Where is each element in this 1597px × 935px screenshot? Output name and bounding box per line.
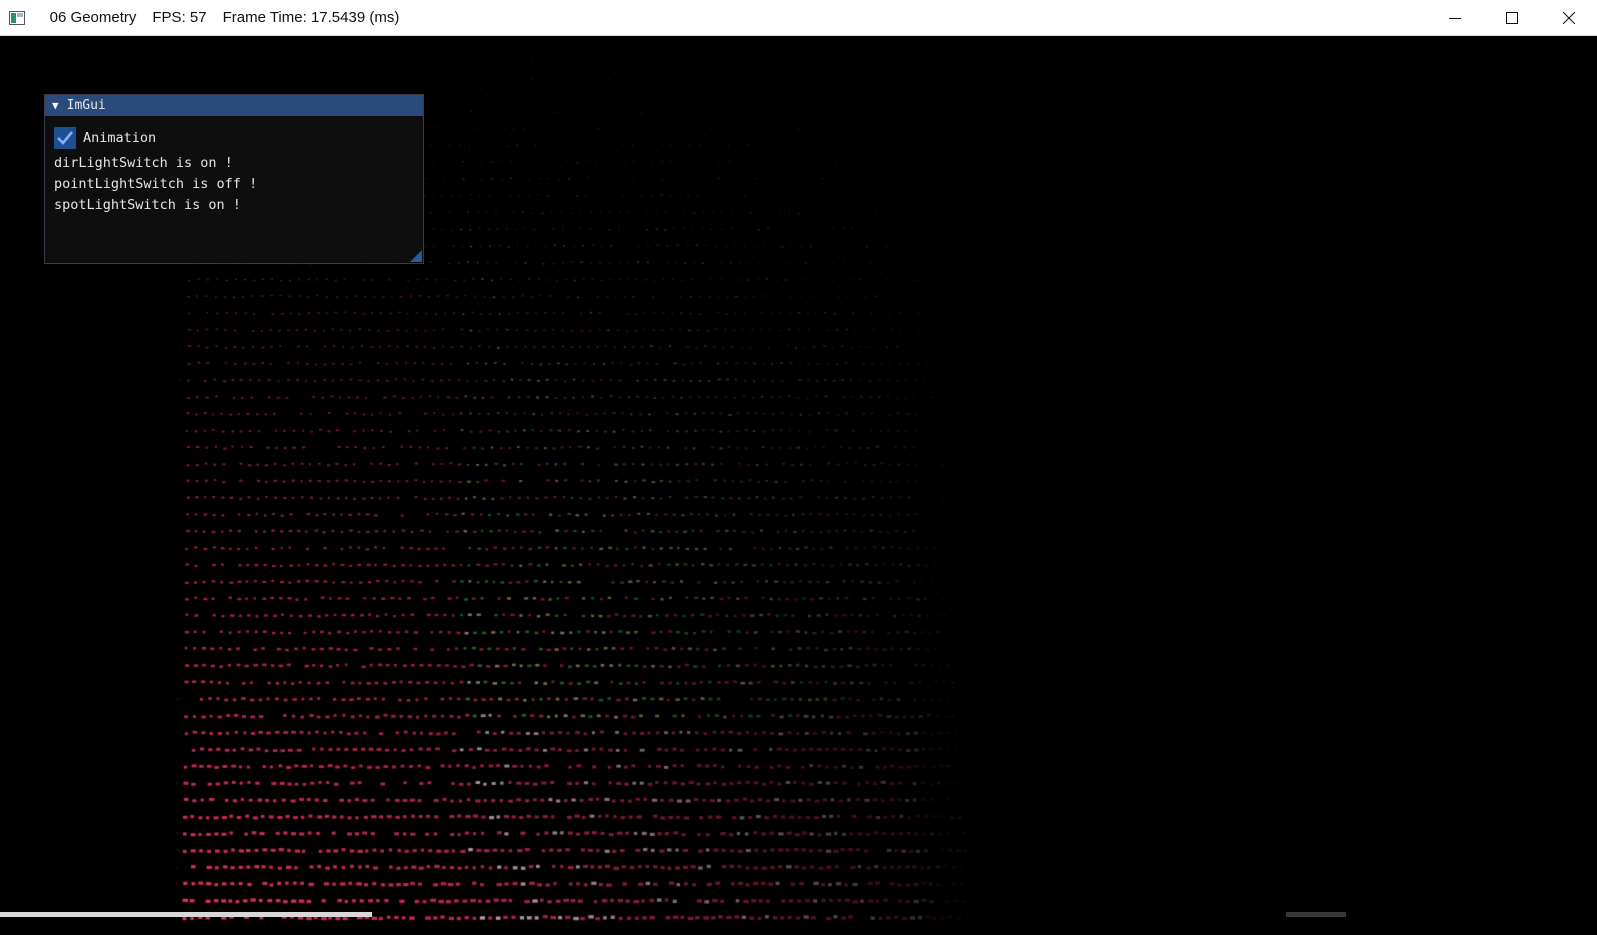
resize-grip[interactable] [410, 250, 422, 262]
point-light-status: pointLightSwitch is off ! [54, 176, 258, 192]
close-button[interactable] [1540, 0, 1597, 36]
app-title: 06 Geometry [49, 9, 137, 26]
fps-readout: FPS: 57 [152, 9, 207, 26]
imgui-title: ImGui [66, 98, 106, 113]
window-controls [1426, 0, 1597, 36]
bottom-strip-right [1286, 912, 1346, 917]
frame-time-readout: Frame Time: 17.5439 (ms) [222, 9, 400, 26]
minimize-icon [1448, 18, 1461, 19]
imgui-title-bar[interactable]: ▼ ImGui [45, 95, 423, 116]
dir-light-status: dirLightSwitch is on ! [54, 155, 233, 171]
spot-light-status: spotLightSwitch is on ! [54, 197, 241, 213]
maximize-icon [1505, 12, 1518, 24]
animation-label: Animation [83, 130, 157, 146]
close-icon [1562, 12, 1575, 24]
imgui-body: Animation dirLightSwitch is on ! pointLi… [45, 116, 423, 216]
window-title-bar: 06 Geometry FPS: 57 Frame Time: 17.5439 (m… [0, 0, 1597, 36]
maximize-button[interactable] [1483, 0, 1540, 36]
minimize-button[interactable] [1426, 0, 1483, 36]
app-window-icon [9, 10, 25, 25]
checkmark-icon [57, 131, 73, 145]
imgui-window[interactable]: ▼ ImGui Animation dirLightSwitch is on !… [44, 94, 424, 264]
bottom-strip-left [0, 912, 372, 917]
collapse-arrow-icon[interactable]: ▼ [52, 99, 59, 112]
animation-checkbox[interactable] [54, 127, 76, 149]
animation-checkbox-row[interactable]: Animation [54, 125, 414, 151]
